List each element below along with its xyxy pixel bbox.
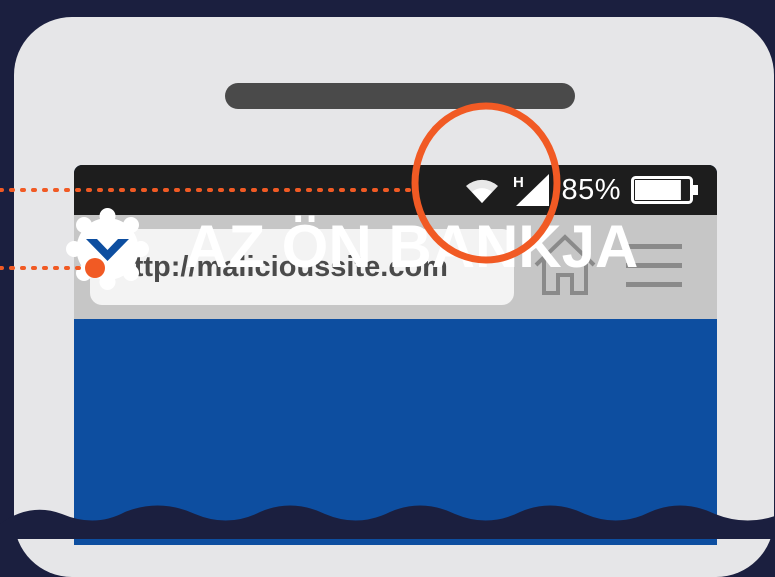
battery-icon xyxy=(631,176,698,204)
callout-dot xyxy=(85,258,105,278)
highlight-circle xyxy=(411,102,561,264)
wave-decoration xyxy=(0,505,775,539)
battery-percentage: 85% xyxy=(561,174,621,206)
callout-line-url xyxy=(0,258,105,278)
